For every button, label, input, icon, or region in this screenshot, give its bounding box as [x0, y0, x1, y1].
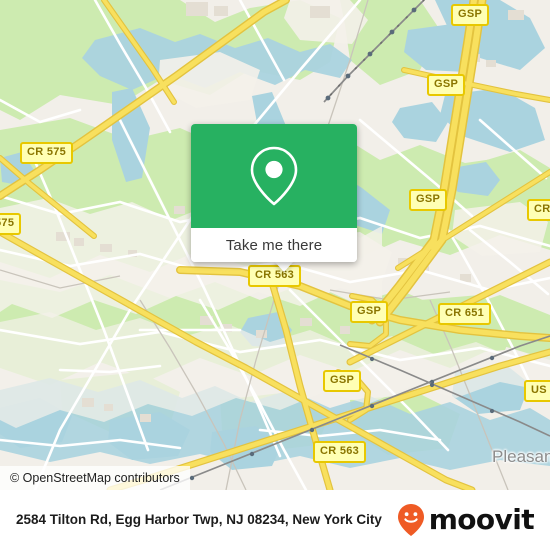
moovit-wordmark: moovit [428, 503, 535, 536]
moovit-smiley-pin-icon [397, 504, 424, 536]
footer-bar: 2584 Tilton Rd, Egg Harbor Twp, NJ 08234… [0, 490, 550, 550]
map-page: GSP GSP CR 575 575 GSP CR CR 563 GSP CR 651 GSP US… [0, 0, 550, 550]
moovit-logo[interactable]: moovit [396, 503, 535, 537]
shield-575-clipped: 575 [0, 213, 22, 235]
address-text: 2584 Tilton Rd, Egg Harbor Twp, NJ 08234… [16, 512, 382, 528]
shield-cr-clipped: CR [527, 199, 550, 221]
popup-header [191, 124, 357, 228]
take-me-there-label: Take me there [225, 236, 323, 254]
shield-cr-563-2: CR 563 [313, 441, 367, 463]
shield-gsp-4: GSP [350, 301, 389, 323]
osm-attribution[interactable]: © OpenStreetMap contributors [0, 466, 190, 490]
location-popup-card[interactable]: Take me there [191, 124, 357, 262]
shield-cr-575: CR 575 [20, 142, 74, 164]
shield-gsp-1: GSP [451, 4, 490, 26]
shield-gsp-5: GSP [323, 370, 362, 392]
place-label-pleasantville: Pleasan [492, 447, 550, 466]
map-viewport[interactable]: GSP GSP CR 575 575 GSP CR CR 563 GSP CR 651 GSP US… [0, 0, 550, 490]
map-pin-icon [250, 146, 298, 206]
popup-footer[interactable]: Take me there [191, 228, 357, 262]
shield-us-9-clipped: US 9 [524, 380, 550, 402]
shield-cr-651: CR 651 [438, 303, 492, 325]
shield-gsp-2: GSP [427, 74, 466, 96]
popup-tail [274, 261, 294, 272]
shield-gsp-3: GSP [409, 189, 448, 211]
